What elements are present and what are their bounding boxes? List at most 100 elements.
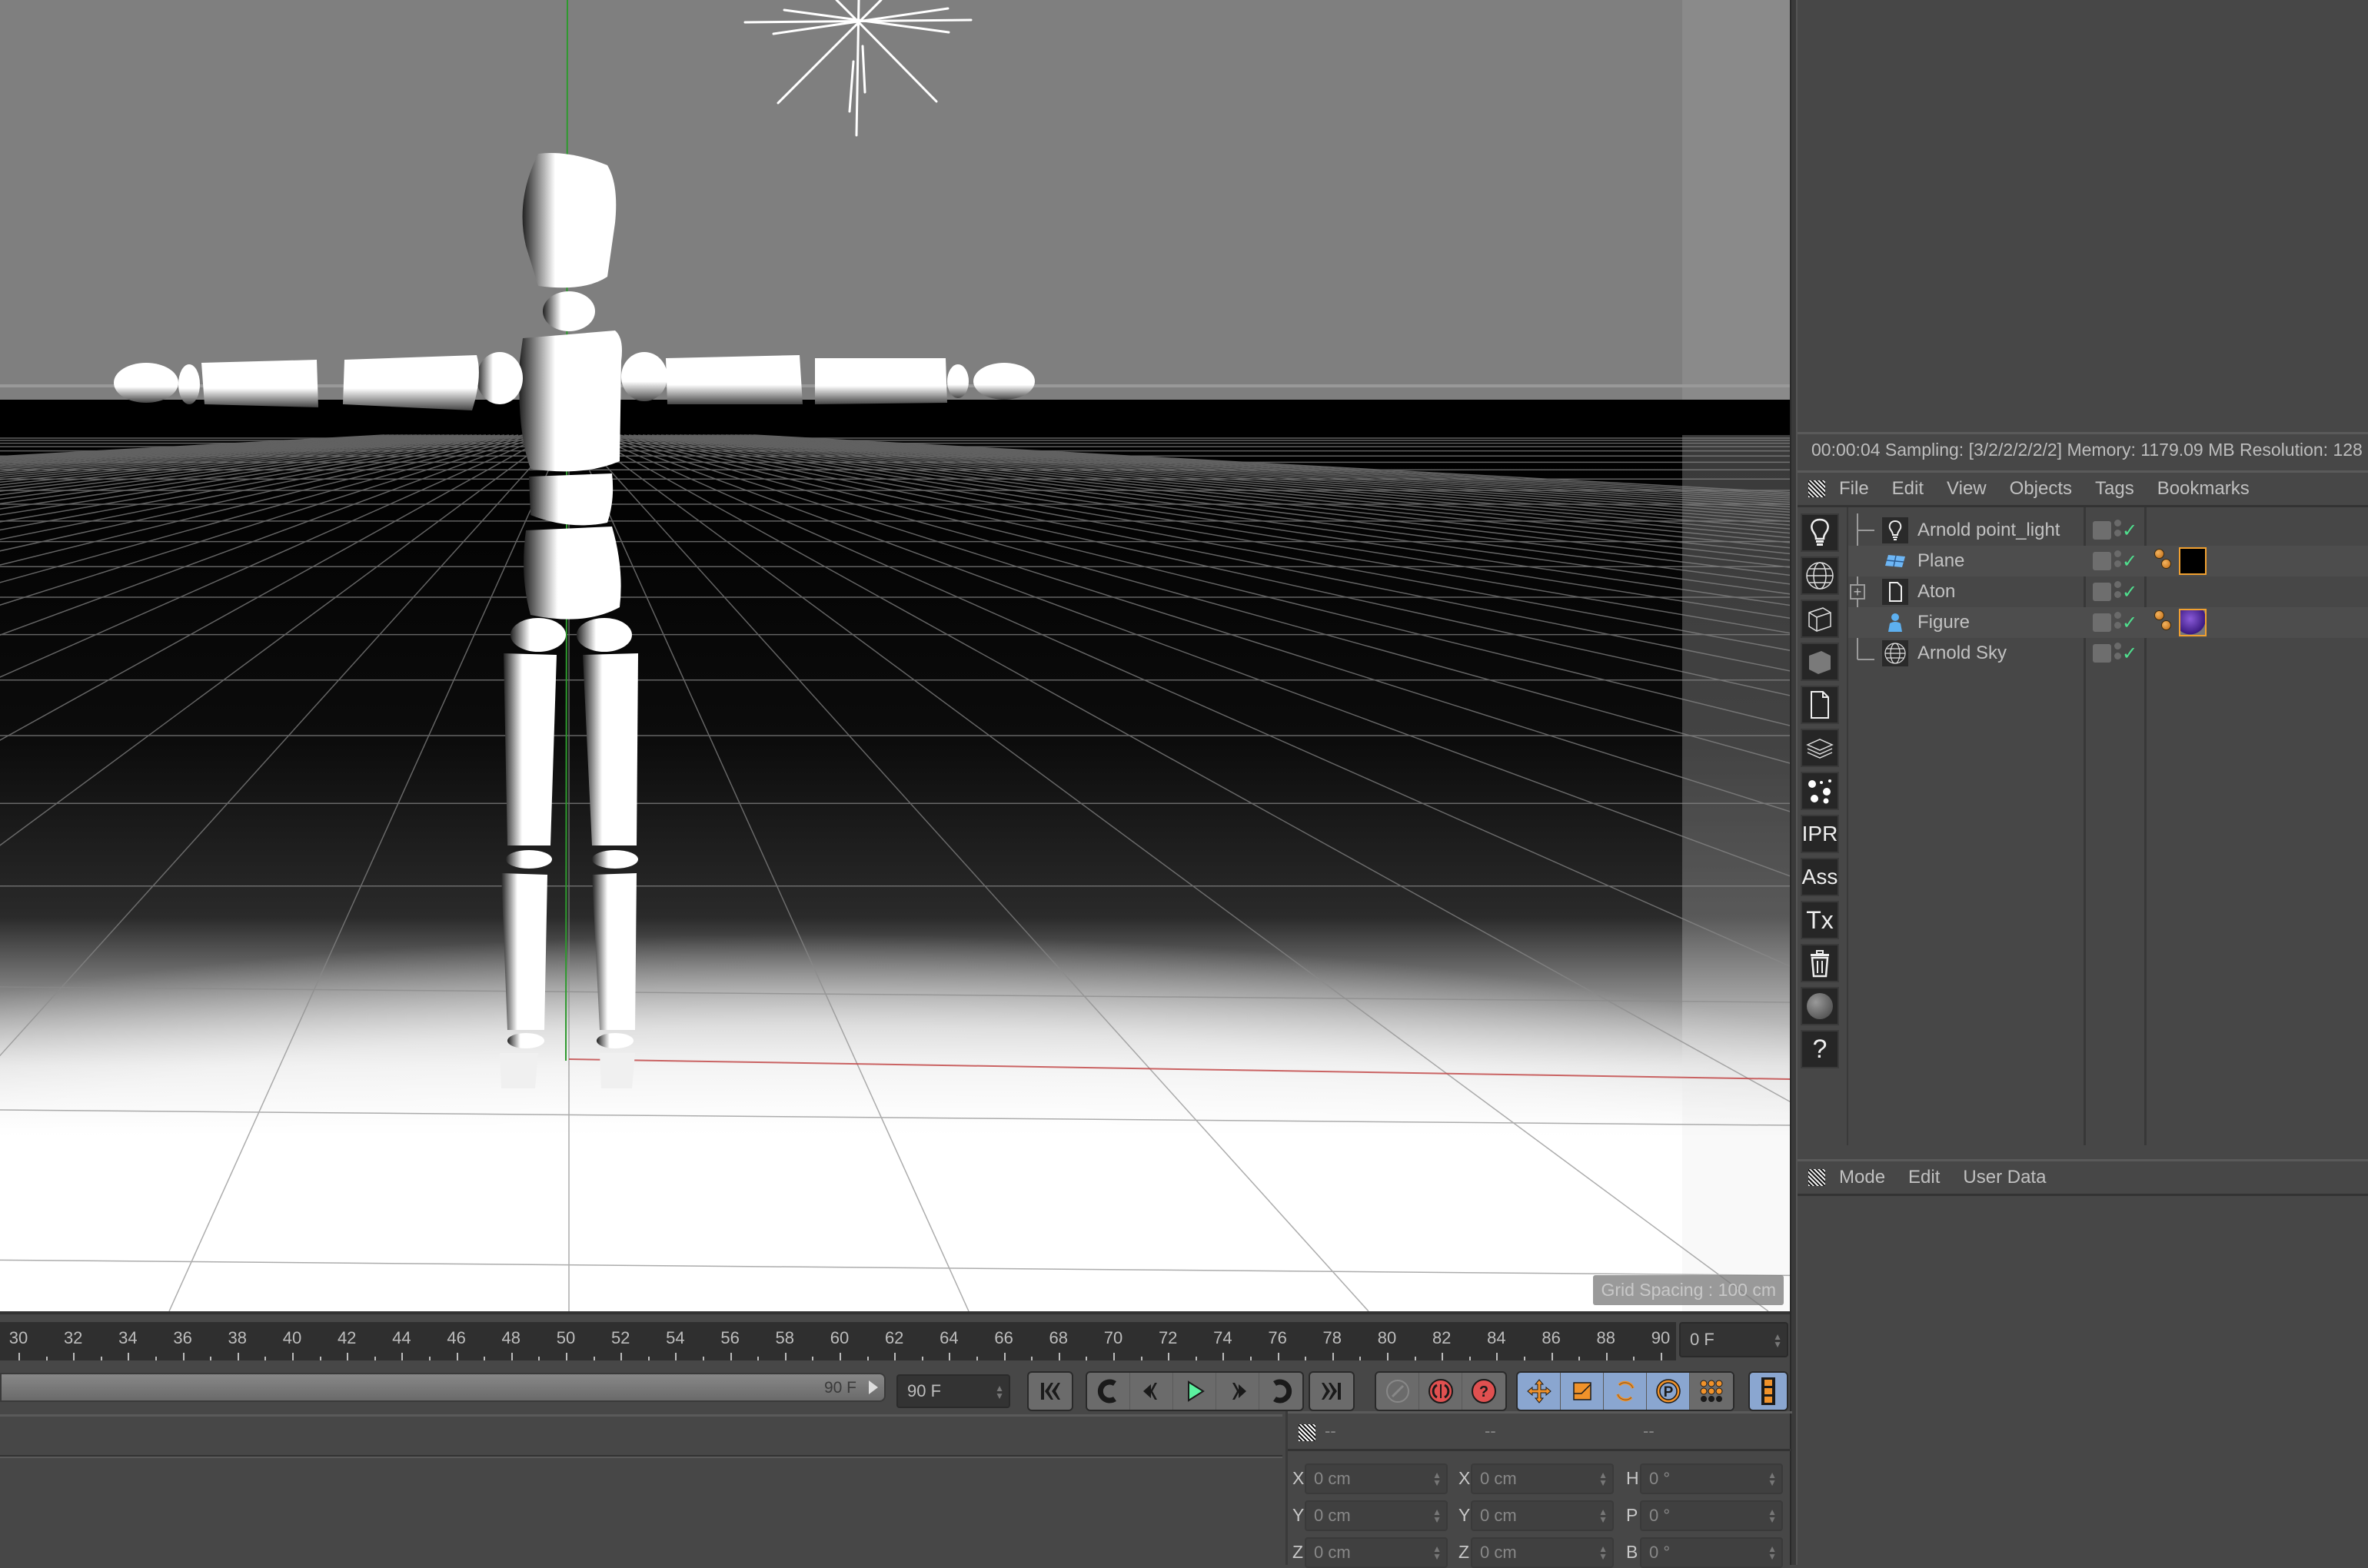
panel-grip-icon[interactable] xyxy=(1299,1424,1315,1441)
keyframe-selection-button[interactable]: ? xyxy=(1462,1373,1505,1410)
sky-globe-icon[interactable] xyxy=(1801,556,1839,595)
menu-bookmarks[interactable]: Bookmarks xyxy=(2157,478,2250,500)
spinner-arrows-icon[interactable]: ▲ ▼ xyxy=(1773,1332,1782,1349)
key-point-level-button[interactable] xyxy=(1690,1373,1733,1410)
spinner-arrows-icon[interactable]: ▲ ▼ xyxy=(1598,1470,1608,1487)
editor-visibility-toggle[interactable] xyxy=(2093,613,2111,632)
menu-edit[interactable]: Edit xyxy=(1908,1167,1940,1188)
object-row[interactable]: Arnold Sky ✓ xyxy=(1848,638,2368,669)
light-icon[interactable] xyxy=(1801,513,1839,552)
previous-keyframe-button[interactable] xyxy=(1087,1373,1130,1410)
spinner-arrows-icon[interactable]: ▲ ▼ xyxy=(1598,1507,1608,1524)
size-z-field[interactable]: 0 cm ▲ ▼ xyxy=(1471,1537,1614,1568)
help-icon[interactable]: ? xyxy=(1801,1030,1839,1068)
pos-y-field[interactable]: 0 cm ▲ ▼ xyxy=(1305,1500,1448,1531)
menu-tags[interactable]: Tags xyxy=(2095,478,2134,500)
render-visibility-dots[interactable] xyxy=(2114,518,2122,541)
editor-visibility-toggle[interactable] xyxy=(2093,644,2111,663)
go-to-end-button[interactable] xyxy=(1310,1373,1353,1410)
render-visibility-dots[interactable] xyxy=(2114,549,2122,572)
tx-icon[interactable]: Tx xyxy=(1801,901,1839,939)
play-forward-button[interactable] xyxy=(1173,1373,1216,1410)
spinner-arrows-icon[interactable]: ▲ ▼ xyxy=(1768,1507,1777,1524)
wire-cube-icon[interactable] xyxy=(1801,600,1839,638)
object-name[interactable]: Arnold point_light xyxy=(1917,520,2060,541)
object-name[interactable]: Plane xyxy=(1917,550,1964,572)
enabled-checkmark-icon[interactable]: ✓ xyxy=(2122,612,2137,634)
key-scale-button[interactable] xyxy=(1561,1373,1604,1410)
object-row[interactable]: Arnold point_light ✓ xyxy=(1848,515,2368,546)
key-position-button[interactable] xyxy=(1518,1373,1561,1410)
phong-tag-icon[interactable] xyxy=(2154,549,2176,572)
size-x-field[interactable]: 0 cm ▲ ▼ xyxy=(1471,1463,1614,1494)
previous-frame-button[interactable] xyxy=(1130,1373,1173,1410)
panel-splitter[interactable] xyxy=(1790,0,1798,1565)
menu-file[interactable]: File xyxy=(1839,478,1869,500)
enabled-checkmark-icon[interactable]: ✓ xyxy=(2122,643,2137,665)
sphere-icon[interactable] xyxy=(1801,987,1839,1025)
render-visibility-dots[interactable] xyxy=(2114,580,2122,603)
render-visibility-dots[interactable] xyxy=(2114,610,2122,633)
autokey-button[interactable] xyxy=(1376,1373,1419,1410)
enabled-checkmark-icon[interactable]: ✓ xyxy=(2122,520,2137,542)
spinner-arrows-icon[interactable]: ▲ ▼ xyxy=(1768,1544,1777,1561)
3d-viewport[interactable]: Grid Spacing : 100 cm xyxy=(0,0,1790,1311)
layers-icon[interactable] xyxy=(1801,729,1839,767)
menu-edit[interactable]: Edit xyxy=(1892,478,1924,500)
timeline-window-button[interactable] xyxy=(1750,1373,1787,1410)
solid-cube-icon[interactable] xyxy=(1801,643,1839,681)
object-row[interactable]: Figure ✓ xyxy=(1848,607,2368,638)
panel-grip-icon[interactable] xyxy=(1808,1169,1825,1186)
menu-user-data[interactable]: User Data xyxy=(1963,1167,2046,1188)
expand-toggle-icon[interactable]: + xyxy=(1850,584,1865,600)
menu-objects[interactable]: Objects xyxy=(2010,478,2072,500)
spinner-arrows-icon[interactable]: ▲ ▼ xyxy=(1432,1544,1442,1561)
spinner-arrows-icon[interactable]: ▲ ▼ xyxy=(1768,1470,1777,1487)
ipr-icon[interactable]: IPR xyxy=(1801,815,1839,853)
current-frame-field[interactable]: 0 F ▲ ▼ xyxy=(1679,1322,1788,1357)
key-parameter-button[interactable]: P xyxy=(1647,1373,1690,1410)
editor-visibility-toggle[interactable] xyxy=(2093,552,2111,570)
object-name[interactable]: Arnold Sky xyxy=(1917,643,2007,664)
object-name[interactable]: Figure xyxy=(1917,612,1970,633)
rot-h-field[interactable]: 0 ° ▲ ▼ xyxy=(1640,1463,1783,1494)
panel-grip-icon[interactable] xyxy=(1808,480,1825,497)
render-visibility-dots[interactable] xyxy=(2114,641,2122,664)
pos-x-field[interactable]: 0 cm ▲ ▼ xyxy=(1305,1463,1448,1494)
key-rotation-button[interactable] xyxy=(1604,1373,1647,1410)
spinner-arrows-icon[interactable]: ▲ ▼ xyxy=(1432,1470,1442,1487)
editor-visibility-toggle[interactable] xyxy=(2093,583,2111,601)
enabled-checkmark-icon[interactable]: ✓ xyxy=(2122,550,2137,573)
ruler-tick xyxy=(1468,1357,1471,1360)
dots-icon[interactable] xyxy=(1801,772,1839,810)
editor-visibility-toggle[interactable] xyxy=(2093,521,2111,540)
ass-icon[interactable]: Ass xyxy=(1801,858,1839,896)
phong-tag-icon[interactable] xyxy=(2154,610,2176,633)
timeline-ruler[interactable]: 30 32 34 36 38 40 42 44 46 48 50 52 54 56 58 60 62 64 66 68… xyxy=(0,1322,1676,1360)
record-active-objects-button[interactable] xyxy=(1419,1373,1462,1410)
material-tag-black[interactable] xyxy=(2179,547,2207,575)
trash-icon[interactable] xyxy=(1801,944,1839,982)
end-frame-field[interactable]: 90 F ▲ ▼ xyxy=(896,1374,1010,1408)
range-end-arrow-icon[interactable] xyxy=(869,1380,878,1394)
object-row[interactable]: Plane ✓ xyxy=(1848,546,2368,576)
object-name[interactable]: Aton xyxy=(1917,581,1955,603)
rot-p-field[interactable]: 0 ° ▲ ▼ xyxy=(1640,1500,1783,1531)
menu-view[interactable]: View xyxy=(1947,478,1987,500)
size-y-field[interactable]: 0 cm ▲ ▼ xyxy=(1471,1500,1614,1531)
spinner-arrows-icon[interactable]: ▲ ▼ xyxy=(1432,1507,1442,1524)
spinner-arrows-icon[interactable]: ▲ ▼ xyxy=(1598,1544,1608,1561)
document-icon[interactable] xyxy=(1801,686,1839,724)
object-row[interactable]: + Aton ✓ xyxy=(1848,576,2368,607)
next-frame-button[interactable] xyxy=(1216,1373,1259,1410)
spinner-arrows-icon[interactable]: ▲ ▼ xyxy=(995,1384,1004,1400)
next-keyframe-button[interactable] xyxy=(1259,1373,1302,1410)
rot-b-field[interactable]: 0 ° ▲ ▼ xyxy=(1640,1537,1783,1568)
ruler-tick xyxy=(1359,1357,1362,1360)
go-to-start-button[interactable] xyxy=(1029,1373,1072,1410)
preview-range-slider[interactable]: 90 F xyxy=(0,1373,886,1402)
pos-z-field[interactable]: 0 cm ▲ ▼ xyxy=(1305,1537,1448,1568)
menu-mode[interactable]: Mode xyxy=(1839,1167,1885,1188)
material-tag-purple[interactable] xyxy=(2179,609,2207,636)
enabled-checkmark-icon[interactable]: ✓ xyxy=(2122,581,2137,603)
